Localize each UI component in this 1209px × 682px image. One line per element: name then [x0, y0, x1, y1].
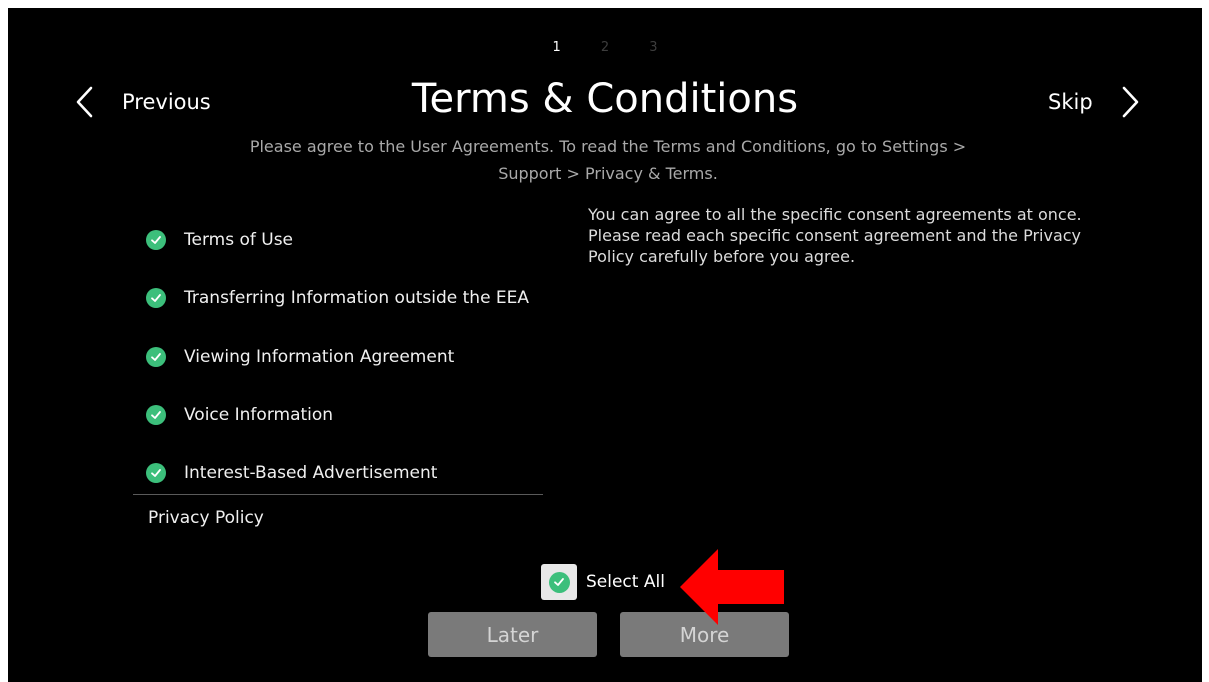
step-2: 2 [600, 40, 610, 55]
select-all-checkbox[interactable]: Select All [541, 564, 665, 600]
skip-button[interactable]: Skip [1048, 84, 1141, 120]
check-circle-icon [548, 571, 570, 593]
check-circle-icon [146, 346, 166, 367]
step-1: 1 [552, 40, 561, 55]
red-arrow-left-icon [680, 549, 784, 625]
instructions-line-1: Please agree to the User Agreements. To … [249, 137, 967, 156]
check-circle-icon [146, 230, 166, 251]
agreement-list: Terms of Use Transferring Information ou… [146, 211, 566, 502]
check-circle-icon [146, 463, 166, 484]
agreement-item-voice-information[interactable]: Voice Information [146, 386, 566, 444]
step-indicator: 1 2 3 [8, 40, 1202, 55]
select-all-label: Select All [586, 572, 665, 592]
agreement-item-terms-of-use[interactable]: Terms of Use [146, 211, 566, 269]
agreement-label: Terms of Use [184, 230, 294, 251]
instructions-text: Please agree to the User Agreements. To … [228, 133, 988, 187]
step-3: 3 [649, 40, 658, 55]
agreement-label: Voice Information [184, 405, 334, 426]
privacy-policy-item[interactable]: Privacy Policy [148, 508, 264, 528]
agreement-label: Viewing Information Agreement [184, 346, 455, 367]
instructions-line-2: Support > Privacy & Terms. [498, 164, 718, 183]
check-circle-icon [146, 288, 166, 309]
chevron-right-icon [1122, 86, 1138, 118]
list-divider [133, 494, 543, 495]
description-line-1: You can agree to all the specific consen… [588, 205, 1082, 224]
description-text: You can agree to all the specific consen… [588, 204, 1098, 267]
skip-label: Skip [1048, 90, 1093, 114]
agreement-label: Transferring Information outside the EEA [184, 288, 530, 309]
check-circle-icon [146, 405, 166, 426]
page-title: Terms & Conditions [411, 76, 799, 122]
agreement-item-viewing-information[interactable]: Viewing Information Agreement [146, 328, 566, 386]
agreement-label: Interest-Based Advertisement [184, 463, 438, 484]
description-line-2: Please read each specific consent agreem… [588, 226, 1082, 245]
select-all-box [541, 564, 577, 600]
agreement-item-transferring-information[interactable]: Transferring Information outside the EEA [146, 269, 566, 327]
later-button[interactable]: Later [428, 612, 597, 657]
tv-screen: 1 2 3 Previous Terms & Conditions Skip P… [8, 8, 1202, 682]
description-line-3: Policy carefully before you agree. [588, 247, 856, 266]
